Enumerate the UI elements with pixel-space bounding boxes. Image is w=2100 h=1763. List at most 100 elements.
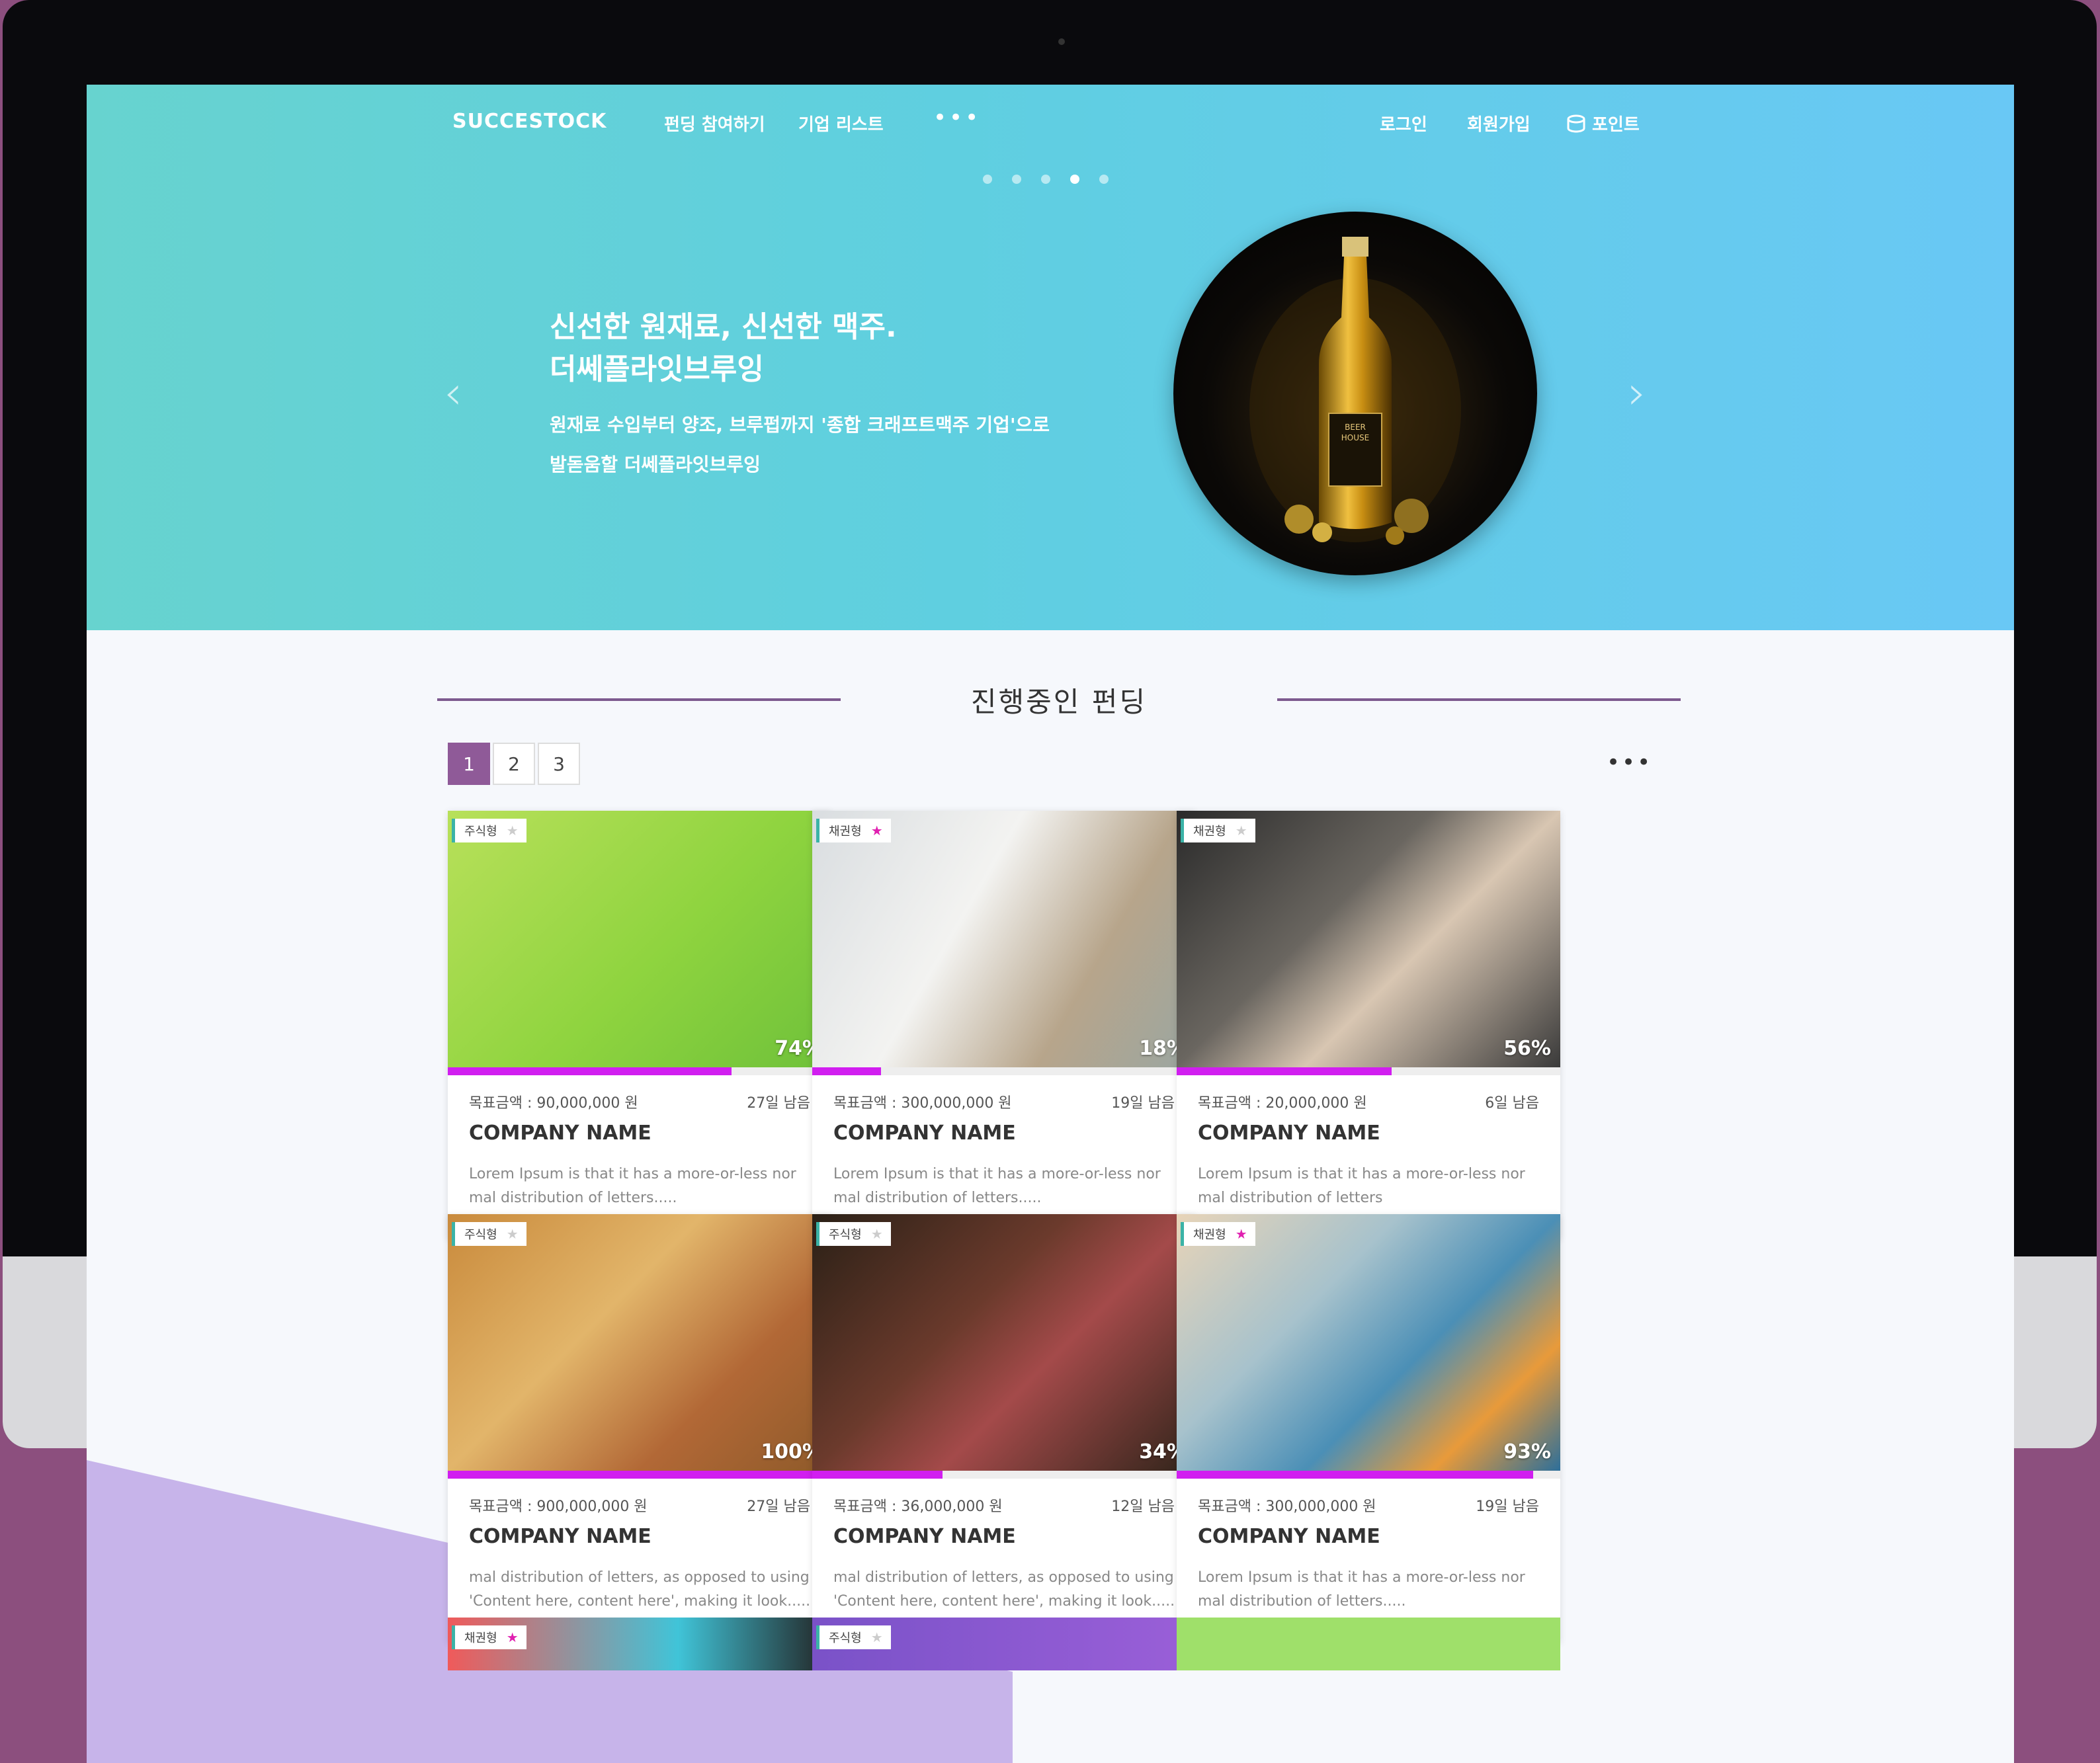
card-company-name[interactable]: COMPANY NAME xyxy=(469,1122,651,1145)
hero-banner: SUCCESTOCK 펀딩 참여하기 기업 리스트 ••• 로그인 회원가입 포… xyxy=(87,85,2014,630)
card-goal: 목표금액 : 300,000,000 원 xyxy=(833,1095,1012,1112)
card-type-label: 주식형 xyxy=(829,1631,862,1645)
site-logo[interactable]: SUCCESTOCK xyxy=(452,110,607,133)
card-progress-bar xyxy=(448,1471,831,1479)
card-company-name[interactable]: COMPANY NAME xyxy=(833,1525,1016,1548)
card-percent: 56% xyxy=(1503,1037,1551,1060)
next-arrow-icon[interactable]: › xyxy=(1628,366,1646,420)
funding-card[interactable]: 주식형 ★ 100% 목표금액 : 900,000,000 원 27일 남음 C… xyxy=(448,1214,831,1643)
star-icon[interactable]: ★ xyxy=(871,823,883,839)
card-progress-fill xyxy=(1177,1067,1392,1075)
camera-dot xyxy=(1058,38,1065,45)
card-description: mal distribution of letters, as opposed … xyxy=(833,1569,1175,1610)
funding-card-partial[interactable]: 채권형 ★ xyxy=(448,1618,831,1670)
card-goal: 목표금액 : 300,000,000 원 xyxy=(1198,1498,1376,1515)
browser-screen: SUCCESTOCK 펀딩 참여하기 기업 리스트 ••• 로그인 회원가입 포… xyxy=(87,85,2014,1763)
card-days-left: 27일 남음 xyxy=(747,1095,810,1112)
slide-dot[interactable] xyxy=(1041,175,1050,184)
card-description: mal distribution of letters, as opposed … xyxy=(469,1569,811,1610)
card-progress-bar xyxy=(812,1471,1196,1479)
card-type-label: 주식형 xyxy=(464,1228,497,1242)
nav-points[interactable]: 포인트 xyxy=(1566,111,1640,136)
section-rule-right xyxy=(1277,698,1681,701)
funding-card[interactable]: 채권형 ★ 93% 목표금액 : 300,000,000 원 19일 남음 CO… xyxy=(1177,1214,1560,1643)
funding-card[interactable]: 주식형 ★ 34% 목표금액 : 36,000,000 원 12일 남음 COM… xyxy=(812,1214,1196,1643)
card-progress-fill xyxy=(448,1471,831,1479)
card-progress-fill xyxy=(812,1067,882,1075)
funding-card-partial[interactable] xyxy=(1177,1618,1560,1670)
nav-signup[interactable]: 회원가입 xyxy=(1467,111,1531,136)
card-goal: 목표금액 : 90,000,000 원 xyxy=(469,1095,638,1112)
slide-dots xyxy=(983,175,1109,184)
card-progress-bar xyxy=(1177,1067,1560,1075)
card-type-badge: 채권형 ★ xyxy=(816,819,891,842)
card-company-name[interactable]: COMPANY NAME xyxy=(833,1122,1016,1145)
star-icon[interactable]: ★ xyxy=(507,1226,519,1242)
card-image[interactable] xyxy=(1177,811,1560,1067)
beer-bottle-icon: BEER HOUSE xyxy=(1249,237,1461,545)
card-image[interactable] xyxy=(448,1214,831,1471)
card-days-left: 19일 남음 xyxy=(1111,1095,1175,1112)
section-rule-left xyxy=(437,698,841,701)
prev-arrow-icon[interactable]: ‹ xyxy=(444,366,462,420)
card-image[interactable] xyxy=(1177,1214,1560,1471)
beer-bottle-image: BEER HOUSE xyxy=(1173,212,1537,575)
page-button[interactable]: 3 xyxy=(538,743,580,785)
card-progress-bar xyxy=(1177,1471,1560,1479)
card-goal: 목표금액 : 20,000,000 원 xyxy=(1198,1095,1367,1112)
slide-dot-active[interactable] xyxy=(1070,175,1079,184)
funding-card[interactable]: 채권형 ★ 56% 목표금액 : 20,000,000 원 6일 남음 COMP… xyxy=(1177,811,1560,1239)
card-type-badge: 주식형 ★ xyxy=(452,819,526,842)
card-company-name[interactable]: COMPANY NAME xyxy=(469,1525,651,1548)
card-progress-fill xyxy=(448,1067,732,1075)
card-days-left: 6일 남음 xyxy=(1485,1095,1539,1112)
funding-card[interactable]: 주식형 ★ 74% 목표금액 : 90,000,000 원 27일 남음 COM… xyxy=(448,811,831,1239)
card-type-badge: 채권형 ★ xyxy=(1181,1222,1255,1246)
card-type-label: 채권형 xyxy=(1193,1228,1226,1242)
card-days-left: 12일 남음 xyxy=(1111,1498,1175,1515)
top-nav: SUCCESTOCK 펀딩 참여하기 기업 리스트 ••• 로그인 회원가입 포… xyxy=(87,85,2014,157)
slide-dot[interactable] xyxy=(1099,175,1109,184)
page-button-active[interactable]: 1 xyxy=(448,743,490,785)
card-type-label: 채권형 xyxy=(1193,825,1226,839)
more-options-icon[interactable]: ••• xyxy=(1607,749,1652,776)
card-type-badge: 주식형 ★ xyxy=(452,1222,526,1246)
card-image[interactable] xyxy=(448,811,831,1067)
card-type-badge: 채권형 ★ xyxy=(1181,819,1255,842)
nav-link-funding[interactable]: 펀딩 참여하기 xyxy=(664,111,765,136)
nav-link-company-list[interactable]: 기업 리스트 xyxy=(798,111,884,136)
slide-dot[interactable] xyxy=(983,175,992,184)
card-progress-bar xyxy=(448,1067,831,1075)
card-description: Lorem Ipsum is that it has a more-or-les… xyxy=(833,1166,1161,1206)
nav-login[interactable]: 로그인 xyxy=(1380,111,1427,136)
page-button[interactable]: 2 xyxy=(493,743,535,785)
card-description: Lorem Ipsum is that it has a more-or-les… xyxy=(1198,1166,1525,1206)
card-type-badge: 채권형 ★ xyxy=(452,1625,526,1649)
card-type-label: 주식형 xyxy=(829,1228,862,1242)
slide-dot[interactable] xyxy=(1012,175,1021,184)
card-progress-bar xyxy=(812,1067,1196,1075)
star-icon[interactable]: ★ xyxy=(1236,823,1247,839)
card-type-label: 채권형 xyxy=(829,825,862,839)
card-days-left: 19일 남음 xyxy=(1476,1498,1539,1515)
card-type-badge: 주식형 ★ xyxy=(816,1222,891,1246)
card-company-name[interactable]: COMPANY NAME xyxy=(1198,1122,1380,1145)
funding-card[interactable]: 채권형 ★ 18% 목표금액 : 300,000,000 원 19일 남음 CO… xyxy=(812,811,1196,1239)
star-icon[interactable]: ★ xyxy=(1236,1226,1247,1242)
star-icon[interactable]: ★ xyxy=(507,1629,519,1645)
star-icon[interactable]: ★ xyxy=(871,1226,883,1242)
card-progress-fill xyxy=(812,1471,943,1479)
funding-card-partial[interactable]: 주식형 ★ xyxy=(812,1618,1196,1670)
card-days-left: 27일 남음 xyxy=(747,1498,810,1515)
star-icon[interactable]: ★ xyxy=(507,823,519,839)
svg-text:BEER: BEER xyxy=(1345,423,1366,432)
card-image[interactable] xyxy=(812,811,1196,1067)
pagination: 1 2 3 xyxy=(448,743,583,785)
hero-title: 신선한 원재료, 신선한 맥주. 더쎄플라잇브루잉 xyxy=(550,310,897,386)
card-company-name[interactable]: COMPANY NAME xyxy=(1198,1525,1380,1548)
section-title: 진행중인 펀딩 xyxy=(970,686,1148,718)
card-image[interactable] xyxy=(812,1214,1196,1471)
card-goal: 목표금액 : 900,000,000 원 xyxy=(469,1498,648,1515)
star-icon[interactable]: ★ xyxy=(871,1629,883,1645)
nav-more-icon[interactable]: ••• xyxy=(933,104,981,131)
